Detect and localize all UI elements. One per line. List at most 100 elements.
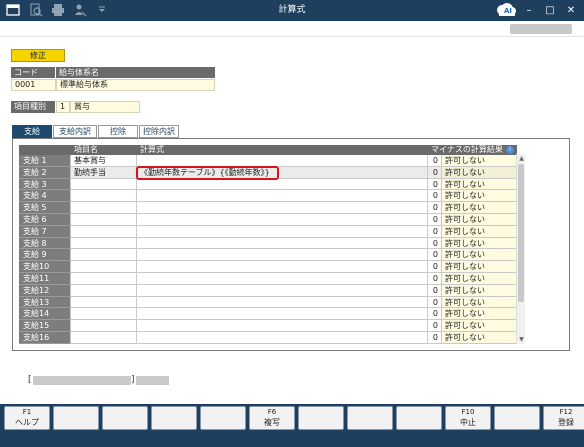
minus-value-cell[interactable]: 0 [428,166,442,179]
minus-permission-cell[interactable]: 許可しない [442,284,523,297]
scroll-up-icon[interactable]: ▲ [517,154,526,163]
minus-value-cell[interactable]: 0 [428,202,442,214]
minus-value-cell[interactable]: 0 [428,320,442,332]
function-key-9[interactable] [396,406,442,430]
item-name-cell[interactable] [71,296,137,309]
info-icon[interactable]: i [506,146,514,154]
function-key-12[interactable]: F12 登録 [543,406,584,430]
scroll-down-icon[interactable]: ▼ [517,335,526,344]
table-row[interactable]: 支給 5 0 許可しない [19,202,523,214]
minus-value-cell[interactable]: 0 [428,155,442,167]
minus-value-cell[interactable]: 0 [428,308,442,321]
item-name-cell[interactable] [71,190,137,203]
vertical-scrollbar[interactable]: ▲ ▼ [516,154,525,344]
function-key-10[interactable]: F10 中止 [445,406,491,430]
item-name-cell[interactable]: 勤続手当 [71,166,137,179]
minus-permission-cell[interactable]: 許可しない [442,178,523,191]
minus-value-cell[interactable]: 0 [428,332,442,344]
formula-cell[interactable] [137,214,428,226]
formula-cell[interactable] [137,308,428,321]
item-name-cell[interactable] [71,284,137,297]
minimize-button[interactable]: – [520,2,538,19]
function-key-7[interactable] [298,406,344,430]
minus-value-cell[interactable]: 0 [428,190,442,203]
function-key-1[interactable]: F1 ヘルプ [4,406,50,430]
formula-cell[interactable] [137,332,428,344]
table-row[interactable]: 支給10 0 許可しない [19,261,523,273]
minus-value-cell[interactable]: 0 [428,261,442,273]
table-row[interactable]: 支給13 0 許可しない [19,296,523,309]
minus-permission-cell[interactable]: 許可しない [442,273,523,285]
minus-permission-cell[interactable]: 許可しない [442,202,523,214]
item-name-cell[interactable] [71,237,137,250]
table-row[interactable]: 支給 3 0 許可しない [19,178,523,191]
minus-permission-cell[interactable]: 許可しない [442,225,523,238]
minus-permission-cell[interactable]: 許可しない [442,214,523,226]
item-name-cell[interactable]: 基本賞与 [71,155,137,167]
item-name-cell[interactable] [71,214,137,226]
minus-permission-cell[interactable]: 許可しない [442,237,523,250]
maximize-button[interactable]: □ [541,2,559,19]
close-button[interactable]: ✕ [562,2,580,19]
minus-value-cell[interactable]: 0 [428,178,442,191]
minus-permission-cell[interactable]: 許可しない [442,166,523,179]
minus-permission-cell[interactable]: 許可しない [442,249,523,262]
item-name-cell[interactable] [71,308,137,321]
item-name-cell[interactable] [71,320,137,332]
minus-permission-cell[interactable]: 許可しない [442,261,523,273]
minus-permission-cell[interactable]: 許可しない [442,320,523,332]
table-row[interactable]: 支給11 0 許可しない [19,273,523,285]
formula-cell[interactable] [137,273,428,285]
formula-cell[interactable] [137,296,428,309]
item-name-cell[interactable] [71,332,137,344]
scroll-thumb[interactable] [518,164,524,302]
table-row[interactable]: 支給14 0 許可しない [19,308,523,321]
table-row[interactable]: 支給 8 0 許可しない [19,237,523,250]
minus-permission-cell[interactable]: 許可しない [442,296,523,309]
formula-cell[interactable] [137,190,428,203]
tab-payment[interactable]: 支給 [12,125,52,138]
minus-value-cell[interactable]: 0 [428,273,442,285]
tab-deduction[interactable]: 控除 [98,125,138,138]
function-key-11[interactable] [494,406,540,430]
item-name-cell[interactable] [71,249,137,262]
minus-permission-cell[interactable]: 許可しない [442,190,523,203]
minus-value-cell[interactable]: 0 [428,237,442,250]
table-row[interactable]: 支給12 0 許可しない [19,284,523,297]
minus-permission-cell[interactable]: 許可しない [442,155,523,167]
formula-cell[interactable] [137,237,428,250]
minus-value-cell[interactable]: 0 [428,296,442,309]
formula-cell[interactable] [137,202,428,214]
formula-cell[interactable] [137,320,428,332]
formula-cell[interactable] [137,284,428,297]
function-key-5[interactable] [200,406,246,430]
formula-cell[interactable] [137,178,428,191]
table-row[interactable]: 支給 6 0 許可しない [19,214,523,226]
function-key-6[interactable]: F6 複写 [249,406,295,430]
table-row[interactable]: 支給16 0 許可しない [19,332,523,344]
formula-cell[interactable] [137,249,428,262]
minus-value-cell[interactable]: 0 [428,214,442,226]
minus-permission-cell[interactable]: 許可しない [442,332,523,344]
formula-cell[interactable] [137,225,428,238]
function-key-4[interactable] [151,406,197,430]
minus-permission-cell[interactable]: 許可しない [442,308,523,321]
item-name-cell[interactable] [71,178,137,191]
ai-assistant-icon[interactable]: AI [494,1,518,20]
function-key-3[interactable] [102,406,148,430]
minus-value-cell[interactable]: 0 [428,225,442,238]
minus-value-cell[interactable]: 0 [428,284,442,297]
item-name-cell[interactable] [71,225,137,238]
function-key-2[interactable] [53,406,99,430]
minus-value-cell[interactable]: 0 [428,249,442,262]
table-row[interactable]: 支給 4 0 許可しない [19,190,523,203]
tab-deduction-detail[interactable]: 控除内訳 [139,125,179,138]
formula-cell[interactable] [137,261,428,273]
table-row[interactable]: 支給 9 0 許可しない [19,249,523,262]
item-name-cell[interactable] [71,261,137,273]
item-name-cell[interactable] [71,202,137,214]
tab-payment-detail[interactable]: 支給内訳 [53,125,97,138]
table-row[interactable]: 支給15 0 許可しない [19,320,523,332]
item-name-cell[interactable] [71,273,137,285]
function-key-8[interactable] [347,406,393,430]
